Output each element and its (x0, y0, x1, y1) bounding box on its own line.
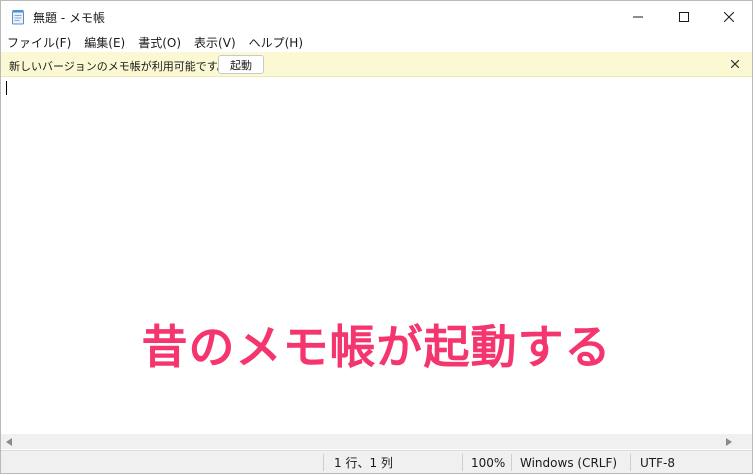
update-notification-bar: 新しいバージョンのメモ帳が利用可能です。 起動 (1, 52, 752, 77)
close-icon (724, 11, 734, 22)
overlay-caption: 昔のメモ帳が起動する (141, 320, 612, 374)
status-divider (511, 454, 512, 471)
menu-edit[interactable]: 編集(E) (84, 34, 125, 51)
status-divider (462, 454, 463, 471)
update-notification-message: 新しいバージョンのメモ帳が利用可能です。 (9, 60, 228, 73)
horizontal-scrollbar[interactable] (1, 434, 752, 449)
title-bar[interactable]: 無題 - メモ帳 (1, 1, 752, 32)
menu-format[interactable]: 書式(O) (138, 34, 181, 51)
maximize-button[interactable] (661, 1, 707, 32)
status-divider (323, 454, 324, 471)
text-caret (6, 81, 7, 95)
status-encoding: UTF-8 (640, 455, 675, 470)
status-divider (630, 454, 631, 471)
menu-view[interactable]: 表示(V) (194, 34, 236, 51)
scroll-left-arrow-icon[interactable] (4, 437, 14, 447)
status-cursor-position: 1 行、1 列 (334, 456, 393, 470)
window-title: 無題 - メモ帳 (33, 11, 105, 25)
minimize-icon (633, 16, 643, 17)
notepad-window: 無題 - メモ帳 ファイル(F) 編集(E) 書式(O) 表示(V) ヘルプ(H… (0, 0, 753, 474)
status-zoom: 100% (471, 455, 506, 470)
status-bar: 1 行、1 列 100% Windows (CRLF) UTF-8 (1, 450, 752, 473)
menu-bar: ファイル(F) 編集(E) 書式(O) 表示(V) ヘルプ(H) (1, 32, 752, 52)
text-editor-area[interactable]: 昔のメモ帳が起動する (1, 77, 752, 434)
maximize-icon (679, 11, 689, 22)
close-icon (731, 60, 739, 68)
scroll-right-arrow-icon[interactable] (724, 437, 734, 447)
menu-help[interactable]: ヘルプ(H) (249, 34, 303, 51)
dismiss-notification-button[interactable] (727, 56, 743, 72)
launch-button[interactable]: 起動 (218, 55, 264, 74)
status-line-ending: Windows (CRLF) (520, 455, 618, 470)
close-button[interactable] (706, 1, 752, 32)
menu-file[interactable]: ファイル(F) (7, 34, 71, 51)
notepad-icon (10, 9, 26, 25)
minimize-button[interactable] (615, 1, 661, 32)
scrollbar-corner (737, 434, 752, 449)
